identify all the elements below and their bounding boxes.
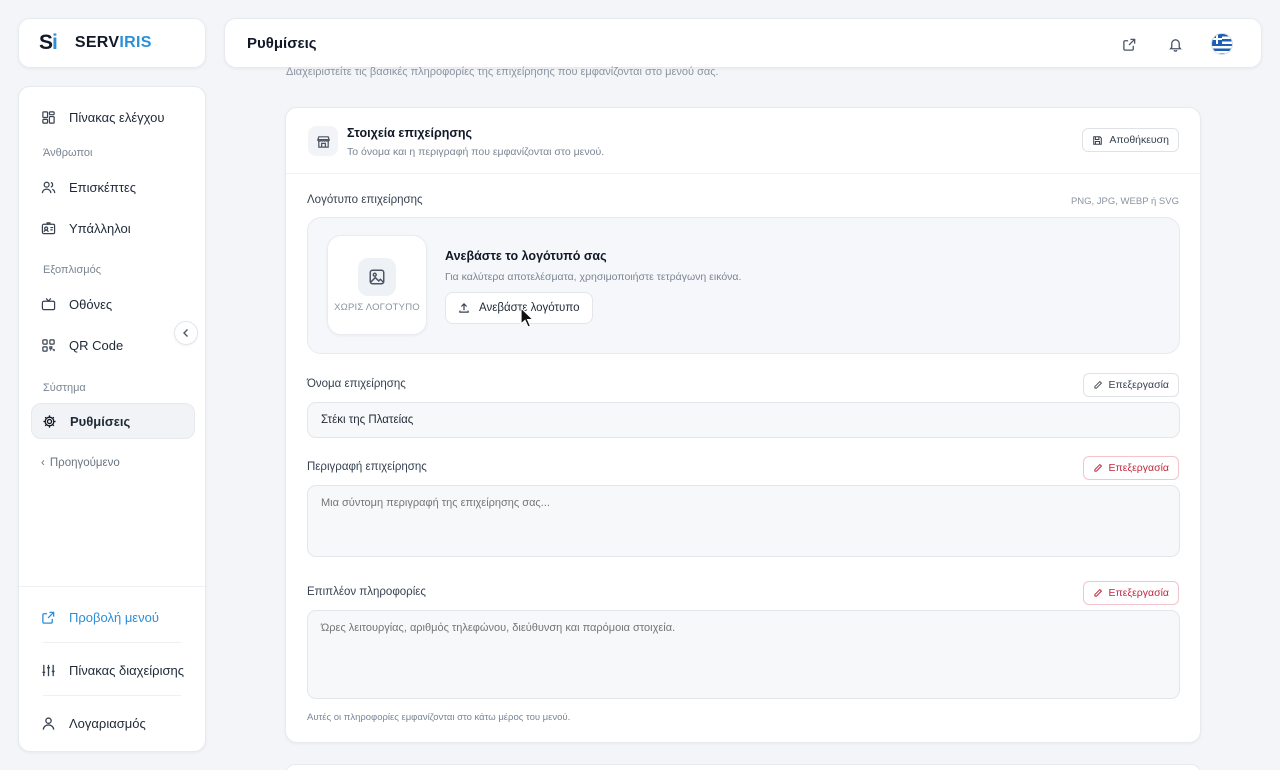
upload-icon <box>459 303 469 313</box>
business-details-card: Στοιχεία επιχείρησης Το όνομα και η περι… <box>285 107 1201 743</box>
chevron-left-icon <box>183 329 188 337</box>
sliders-icon <box>42 664 55 676</box>
user-icon <box>42 716 55 730</box>
badge-icon <box>41 221 56 234</box>
business-description-textarea[interactable] <box>307 485 1180 557</box>
upload-description: Για καλύτερα αποτελέσματα, χρησιμοποιήστ… <box>445 271 742 283</box>
description-field-label: Περιγραφή επιχείρησης <box>307 461 427 473</box>
logo-field-label: Λογότυπο επιχείρησης <box>307 194 423 206</box>
sidebar-item-label: Πίνακας διαχείρισης <box>69 662 184 678</box>
extra-info-textarea[interactable] <box>307 610 1180 699</box>
sidebar-item-dashboard[interactable]: Πίνακας ελέγχου <box>31 99 195 135</box>
sidebar-item-settings[interactable]: Ρυθμίσεις <box>31 403 195 439</box>
pencil-icon <box>1093 588 1102 597</box>
sidebar-item-screens[interactable]: Οθόνες <box>31 286 195 322</box>
sidebar-item-label: Υπάλληλοι <box>69 220 131 236</box>
group-label-people: Άνθρωποι <box>43 147 93 159</box>
gear-icon <box>43 414 56 428</box>
tv-icon <box>41 297 56 310</box>
external-link-icon <box>42 611 55 624</box>
brand-logo[interactable]: Si SERVIRIS <box>18 18 206 68</box>
open-external-button[interactable] <box>1119 34 1139 54</box>
sidebar-item-view-menu[interactable]: Προβολή μενού <box>31 599 195 635</box>
pencil-icon <box>1093 380 1102 389</box>
external-link-icon <box>1122 38 1135 51</box>
sidebar-divider <box>43 642 181 643</box>
sidebar-item-label: Επισκέπτες <box>69 179 137 195</box>
notifications-button[interactable] <box>1165 34 1185 54</box>
bell-icon <box>1168 38 1182 52</box>
previous-label: Προηγούμενο <box>49 457 120 469</box>
group-label-equipment: Εξοπλισμός <box>43 264 102 276</box>
edit-name-button[interactable]: Επεξεργασία <box>1082 373 1179 397</box>
extra-info-field-label: Επιπλέον πληροφορίες <box>307 586 426 598</box>
sidebar-item-qr-code[interactable]: QR Code <box>31 327 195 363</box>
brand-name: SERVIRIS <box>74 34 152 51</box>
save-button[interactable]: Αποθήκευση <box>1082 128 1179 152</box>
next-section-card <box>285 764 1201 770</box>
group-label-system: Σύστημα <box>43 382 86 394</box>
previous-link[interactable]: ‹ Προηγούμενο <box>41 457 120 469</box>
logo-placeholder: ΧΩΡΙΣ ΛΟΓΟΤΥΠΟ <box>327 235 427 335</box>
sidebar-item-label: Οθόνες <box>69 296 113 312</box>
logo-upload-area: ΧΩΡΙΣ ΛΟΓΟΤΥΠΟ Ανεβάστε το λογότυπό σας … <box>307 217 1180 354</box>
store-icon <box>308 126 338 156</box>
section-description: Το όνομα και η περιγραφή που εμφανίζοντα… <box>347 146 605 158</box>
chevron-left-icon: ‹ <box>41 457 45 469</box>
edit-label: Επεξεργασία <box>1108 587 1170 599</box>
name-field-label: Όνομα επιχείρησης <box>307 378 406 390</box>
brand-mark: Si <box>39 31 58 54</box>
sidebar-divider <box>43 695 181 696</box>
section-header: Στοιχεία επιχείρησης Το όνομα και η περι… <box>286 108 1200 174</box>
sidebar-divider <box>19 586 205 587</box>
sidebar-item-label: Πίνακας ελέγχου <box>69 109 165 125</box>
qr-icon <box>42 338 55 352</box>
sidebar-item-label: Λογαριασμός <box>69 715 146 731</box>
sidebar-item-visitors[interactable]: Επισκέπτες <box>31 169 195 205</box>
page-title: Ρυθμίσεις <box>247 34 317 52</box>
sidebar-item-employees[interactable]: Υπάλληλοι <box>31 210 195 246</box>
extra-info-footnote: Αυτές οι πληροφορίες εμφανίζονται στο κά… <box>307 712 571 723</box>
upload-title: Ανεβάστε το λογότυπό σας <box>445 249 607 263</box>
sidebar-item-label: QR Code <box>69 337 124 353</box>
edit-label: Επεξεργασία <box>1108 379 1170 391</box>
page-subtitle: Διαχειριστείτε τις βασικές πληροφορίες τ… <box>286 66 719 78</box>
sidebar: Πίνακας ελέγχου Άνθρωποι Επισκέπτες Υπάλ… <box>18 86 206 752</box>
greek-flag-icon[interactable] <box>1211 33 1233 55</box>
sidebar-item-account[interactable]: Λογαριασμός <box>31 705 195 741</box>
save-icon <box>1093 135 1103 145</box>
image-icon <box>358 258 396 296</box>
upload-button-label: Ανεβάστε λογότυπο <box>479 302 580 314</box>
pencil-icon <box>1093 463 1102 472</box>
edit-label: Επεξεργασία <box>1108 462 1170 474</box>
sidebar-item-label: Προβολή μενού <box>69 609 159 625</box>
sidebar-item-admin-panel[interactable]: Πίνακας διαχείρισης <box>31 652 195 688</box>
upload-logo-button[interactable]: Ανεβάστε λογότυπο <box>445 292 593 324</box>
section-title: Στοιχεία επιχείρησης <box>347 126 473 140</box>
sidebar-item-label: Ρυθμίσεις <box>70 413 131 429</box>
dashboard-icon <box>42 110 55 124</box>
logo-formats-hint: PNG, JPG, WEBP ή SVG <box>1070 196 1179 207</box>
edit-description-button[interactable]: Επεξεργασία <box>1082 456 1179 480</box>
save-label: Αποθήκευση <box>1109 134 1169 146</box>
sidebar-collapse-button[interactable] <box>174 321 198 345</box>
top-header: Ρυθμίσεις <box>224 18 1262 68</box>
no-logo-text: ΧΩΡΙΣ ΛΟΓΟΤΥΠΟ <box>334 302 420 313</box>
business-name-input[interactable] <box>307 402 1180 438</box>
edit-extra-info-button[interactable]: Επεξεργασία <box>1082 581 1179 605</box>
users-icon <box>41 181 56 193</box>
